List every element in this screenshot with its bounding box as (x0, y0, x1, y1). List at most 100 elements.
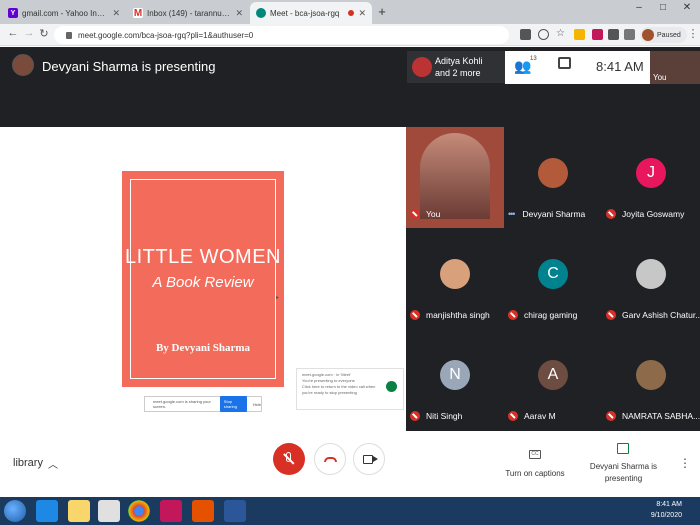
tab-label: Inbox (149) - tarannum@theindi (147, 8, 231, 18)
close-tab-icon[interactable]: ✕ (235, 8, 243, 19)
close-window-button[interactable]: ✕ (676, 2, 698, 13)
system-date: 9/10/2020 (650, 512, 682, 519)
avatar (642, 29, 654, 41)
meet-icon (256, 8, 266, 18)
participant-name: Aarav M (524, 411, 556, 421)
participant-name: chirag gaming (524, 310, 578, 320)
zoom-icon[interactable] (538, 29, 549, 40)
participant-tile[interactable]: Garv Ashish Chatur... (602, 228, 700, 329)
chat-icon[interactable] (558, 57, 571, 69)
people-count: 13 (530, 56, 537, 62)
gmail-icon: M (133, 7, 143, 19)
participant-name: You (426, 209, 441, 219)
participant-name: Garv Ashish Chatur... (622, 310, 700, 320)
participant-name: Devyani Sharma (522, 209, 586, 219)
cursor-icon: ▸ (276, 295, 280, 301)
participant-tile[interactable]: ••• Devyani Sharma (504, 127, 602, 228)
app-icon[interactable] (160, 500, 182, 522)
captions-icon[interactable]: CC (529, 450, 541, 459)
profile-status: Paused (657, 31, 681, 39)
participants-chip[interactable]: Aditya Kohli and 2 more (407, 51, 505, 83)
speaking-icon: ••• (508, 209, 516, 219)
url-text: meet.google.com/bca-jsoa-rgq?pli=1&authu… (78, 30, 254, 40)
people-icon[interactable]: 👥 (514, 58, 531, 75)
system-time: 8:41 AM (656, 501, 682, 508)
extension-icon[interactable] (608, 29, 619, 40)
microphone-toggle-button[interactable] (273, 443, 305, 475)
avatar (636, 360, 666, 390)
star-icon[interactable]: ☆ (556, 29, 567, 40)
participant-name: manjishtha singh (426, 310, 490, 320)
presenting-card[interactable]: meet.google.com · in 'Meet' You're prese… (296, 368, 404, 410)
mic-off-icon (508, 411, 518, 421)
stop-sharing-button[interactable]: Stop sharing (219, 396, 247, 412)
self-view-thumbnail[interactable]: You (650, 51, 700, 84)
chevron-up-icon[interactable]: ︿ (48, 456, 58, 471)
yahoo-icon: Y (8, 8, 18, 18)
minimize-button[interactable]: – (628, 2, 650, 13)
camera-toggle-button[interactable] (353, 443, 385, 475)
self-label: You (653, 73, 667, 82)
avatar (636, 259, 666, 289)
meeting-clock: 8:41 AM (596, 59, 644, 74)
participant-tile[interactable]: manjishtha singh (406, 228, 504, 329)
mic-off-icon (508, 310, 518, 320)
slide-byline: By Devyani Sharma (155, 342, 251, 354)
avatar (538, 158, 568, 188)
meeting-details-button[interactable]: library (13, 457, 43, 469)
tab-gmail-inbox[interactable]: M Inbox (149) - tarannum@theindi ✕ (127, 2, 249, 24)
tab-label: gmail.com - Yahoo India Search R (22, 8, 108, 18)
reload-icon[interactable]: ↻ (37, 27, 51, 40)
participant-tile[interactable]: NAMRATA SABHA... (602, 329, 700, 430)
file-explorer-icon[interactable] (68, 500, 90, 522)
presenter-banner: Devyani Sharma is presenting (42, 59, 216, 74)
participant-tile[interactable]: J Joyita Goswamy (602, 127, 700, 228)
url-input[interactable]: meet.google.com/bca-jsoa-rgq?pli=1&authu… (54, 26, 509, 44)
word-icon[interactable] (224, 500, 246, 522)
participant-tile[interactable]: C chirag gaming (504, 228, 602, 329)
system-clock: 8:41 AM 9/10/2020 (630, 499, 682, 521)
present-icon[interactable] (617, 443, 629, 454)
extension-icon[interactable] (574, 29, 585, 40)
powerpoint-icon[interactable] (192, 500, 214, 522)
hide-button[interactable]: Hide (253, 402, 261, 407)
mic-off-icon (410, 209, 420, 219)
camera-indicator-icon[interactable] (520, 29, 531, 40)
participant-tile[interactable]: You (406, 127, 504, 228)
camera-icon (363, 455, 373, 464)
presenter-avatar (12, 54, 34, 76)
tab-yahoo-search[interactable]: Y gmail.com - Yahoo India Search R ✕ (2, 2, 126, 24)
close-tab-icon[interactable]: ✕ (358, 8, 366, 19)
slide-title: LITTLE WOMEN (124, 246, 281, 268)
close-tab-icon[interactable]: ✕ (112, 8, 120, 19)
mic-off-icon (606, 209, 616, 219)
browser-menu-icon[interactable]: ⋮ (686, 27, 700, 40)
participant-tile[interactable]: A Aarav M (504, 329, 602, 430)
participant-tile[interactable]: N Niti Singh (406, 329, 504, 430)
leave-call-button[interactable] (314, 443, 346, 475)
chrome-icon[interactable] (128, 500, 150, 522)
presenting-button-label[interactable]: Devyani Sharma is presenting (586, 461, 661, 485)
maximize-button[interactable]: □ (652, 2, 674, 13)
avatar (412, 57, 432, 77)
mic-off-icon (410, 310, 420, 320)
chip-line1: Aditya Kohli (435, 56, 483, 66)
participant-grid: You ••• Devyani Sharma J Joyita Goswamy m… (406, 127, 700, 431)
participant-name: NAMRATA SABHA... (622, 411, 700, 421)
mic-off-icon (606, 310, 616, 320)
profile-button[interactable]: Paused (640, 27, 687, 43)
share-text: meet.google.com is sharing your screen. (153, 399, 211, 409)
more-options-icon[interactable]: ⋮ (679, 456, 691, 470)
extension-icon[interactable] (592, 29, 603, 40)
card-line2: Click here to return to the video call w… (302, 384, 376, 395)
captions-button-label[interactable]: Turn on captions (500, 469, 570, 478)
forward-arrow-icon[interactable]: → (22, 27, 36, 39)
back-arrow-icon[interactable]: ← (6, 27, 20, 39)
new-tab-button[interactable]: + (374, 4, 390, 20)
meet-icon (386, 381, 397, 392)
tab-meet[interactable]: Meet - bca-jsoa-rgq ✕ (250, 2, 372, 24)
start-button-icon[interactable] (4, 500, 26, 522)
internet-explorer-icon[interactable] (36, 500, 58, 522)
media-player-icon[interactable] (98, 500, 120, 522)
puzzle-icon[interactable] (624, 29, 635, 40)
